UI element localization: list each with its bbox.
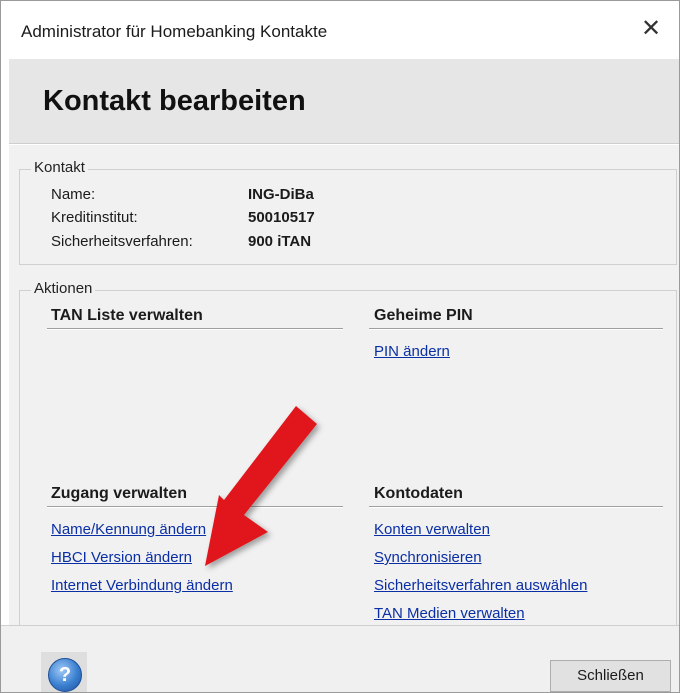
pin-title: Geheime PIN [374, 307, 473, 324]
window-title: Administrator für Homebanking Kontakte [21, 22, 328, 41]
name-value: ING-DiBa [248, 186, 314, 203]
dialog-window: Administrator für Homebanking Kontakte ✕… [0, 0, 680, 693]
pin-aendern-link[interactable]: PIN ändern [374, 343, 450, 360]
zugang-divider [47, 506, 343, 508]
hbci-version-aendern-link[interactable]: HBCI Version ändern [51, 549, 192, 566]
sicherheitsverfahren-label: Sicherheitsverfahren: [51, 233, 193, 250]
help-icon: ? [48, 658, 82, 692]
kontakt-legend: Kontakt [31, 159, 88, 176]
sicherheitsverfahren-value: 900 iTAN [248, 233, 312, 250]
tan-liste-title: TAN Liste verwalten [51, 307, 203, 324]
title-bar: Administrator für Homebanking Kontakte ✕ [1, 1, 679, 59]
tan-liste-divider [47, 328, 343, 330]
aktionen-legend: Aktionen [31, 280, 96, 297]
help-button[interactable]: ? [41, 652, 87, 692]
name-kennung-aendern-link[interactable]: Name/Kennung ändern [51, 521, 206, 538]
sicherheitsverfahren-auswaehlen-link[interactable]: Sicherheitsverfahren auswählen [374, 577, 587, 594]
pin-divider [369, 328, 663, 330]
zugang-title: Zugang verwalten [51, 485, 188, 502]
tan-medien-verwalten-link[interactable]: TAN Medien verwalten [374, 605, 525, 622]
schliessen-button[interactable]: Schließen [550, 660, 671, 692]
kontodaten-divider [369, 506, 663, 508]
synchronisieren-link[interactable]: Synchronisieren [374, 549, 482, 566]
content-area: Kontakt Name: ING-DiBa Kreditinstitut: 5… [9, 144, 679, 637]
kreditinstitut-value: 50010517 [248, 209, 315, 226]
dialog-footer: ? Schließen [1, 625, 679, 692]
kontodaten-title: Kontodaten [374, 485, 463, 502]
page-header: Kontakt bearbeiten [9, 59, 679, 144]
konten-verwalten-link[interactable]: Konten verwalten [374, 521, 490, 538]
name-label: Name: [51, 186, 96, 203]
page-title: Kontakt bearbeiten [43, 85, 306, 117]
close-icon[interactable]: ✕ [637, 15, 665, 43]
internet-verbindung-aendern-link[interactable]: Internet Verbindung ändern [51, 577, 233, 594]
kreditinstitut-label: Kreditinstitut: [51, 209, 138, 226]
